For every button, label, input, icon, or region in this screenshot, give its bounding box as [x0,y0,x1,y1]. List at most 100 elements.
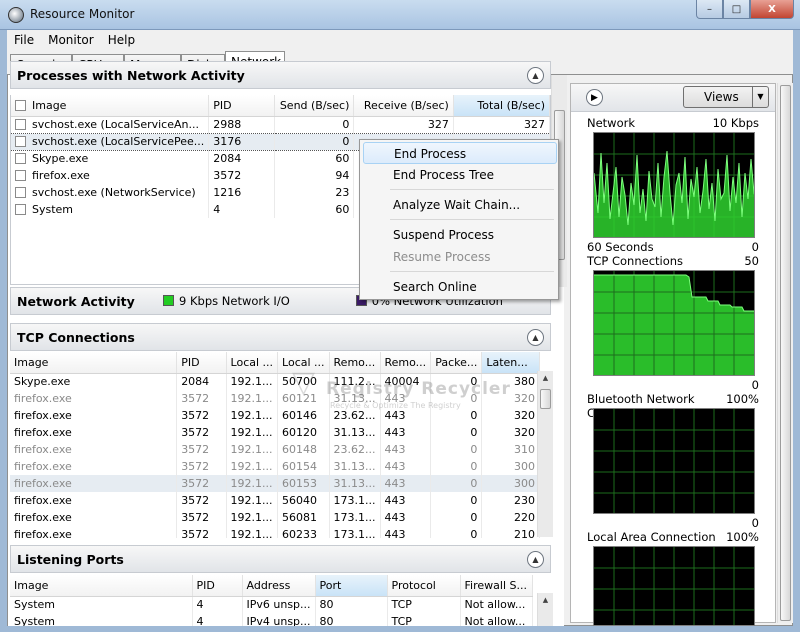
processes-section-title: Processes with Network Activity [17,67,245,83]
graph-pane-scrollbar[interactable] [777,83,793,623]
listening-col-address[interactable]: Address [242,575,316,597]
tcp-section-header[interactable]: TCP Connections ▲ [10,323,551,351]
close-button[interactable]: X [750,0,794,19]
local-area-graph-title: Local Area Connection [587,530,716,544]
network-graph: Network 10 Kbps 60 Seconds 0 [587,116,759,254]
listening-table: Image PID Address Port Protocol Firewall… [10,575,533,626]
tcp-col-packet-loss[interactable]: Packe... [430,352,483,374]
table-row[interactable]: svchost.exe (LocalServiceAn... 2988 0 327 3… [11,116,550,133]
listening-col-pid[interactable]: PID [192,575,243,597]
network-graph-scale: 10 Kbps [712,116,759,130]
listening-scrollbar[interactable]: ▲ [537,593,553,626]
client-area: Processes with Network Activity ▲ Image … [7,61,793,626]
row-checkbox[interactable] [15,204,26,215]
tcp-table: Image PID Local ... Local ... Remo... Re… [10,352,540,538]
local-area-graph-svg [594,547,754,625]
menu-separator [390,271,554,272]
tcp-scrollbar[interactable]: ▲ [537,371,553,537]
bluetooth-graph: Bluetooth Network Con... 100% 0 [587,392,759,530]
tcp-col-remote-port[interactable]: Remo... [380,352,432,374]
menu-item-suspend-process[interactable]: Suspend Process [363,224,557,246]
scrollbar-thumb[interactable] [780,85,791,621]
menu-item-search-online[interactable]: Search Online [363,276,557,298]
collapse-icon[interactable]: ▲ [527,67,544,84]
tcp-col-remote-address[interactable]: Remo... [329,352,381,374]
menu-item-end-process-tree[interactable]: End Process Tree [363,164,557,186]
network-graph-timespan: 60 Seconds [587,240,654,254]
listening-col-protocol[interactable]: Protocol [387,575,461,597]
network-graph-min: 0 [751,240,759,254]
row-checkbox[interactable] [15,170,26,181]
views-button-label: Views [704,90,739,104]
network-graph-canvas [593,132,755,238]
maximize-button[interactable]: □ [723,0,750,19]
listening-col-firewall-status[interactable]: Firewall S... [460,575,533,597]
listening-col-port[interactable]: Port [315,575,388,597]
chevron-down-icon[interactable]: ▼ [752,87,768,107]
network-io-legend: 9 Kbps Network I/O [163,294,290,308]
row-checkbox[interactable] [15,119,26,130]
table-row[interactable]: firefox.exe 3572 192.1... 60120 31.13... 443 0… [10,424,540,441]
processes-col-send[interactable]: Send (B/sec) [274,95,355,117]
expand-arrow-icon[interactable]: ▶ [586,89,603,106]
row-checkbox[interactable] [15,136,26,147]
menu-monitor[interactable]: Monitor [41,33,101,47]
menu-file[interactable]: File [7,33,41,47]
table-row[interactable]: System 4 IPv4 unsp... 80 TCP Not allow... [10,613,533,626]
table-row[interactable]: Skype.exe 2084 192.1... 50700 111.2... 40004 0… [10,373,540,390]
table-row[interactable]: firefox.exe 3572 192.1... 56040 173.1... 443 0… [10,492,540,509]
tcp-col-pid[interactable]: PID [176,352,227,374]
tcp-col-image[interactable]: Image [10,352,178,374]
menu-separator [390,189,554,190]
listening-section-title: Listening Ports [17,551,124,567]
bluetooth-graph-svg [594,409,754,513]
table-row[interactable]: firefox.exe 3572 192.1... 60153 31.13... 443 0… [10,475,540,492]
local-area-graph: Local Area Connection 100% [587,530,759,626]
network-io-swatch [163,295,174,306]
listening-section-header[interactable]: Listening Ports ▲ [10,545,551,573]
processes-section-header[interactable]: Processes with Network Activity ▲ [10,61,551,89]
row-checkbox[interactable] [15,187,26,198]
listening-col-image[interactable]: Image [10,575,193,597]
tcp-col-local-address[interactable]: Local ... [226,352,279,374]
processes-col-total[interactable]: Total (B/sec) [453,95,550,117]
table-row[interactable]: System 4 IPv6 unsp... 80 TCP Not allow... [10,596,533,613]
tcp-col-latency[interactable]: Laten... [481,352,540,374]
tcp-connections-graph: TCP Connections 50 0 [587,254,759,392]
minimize-button[interactable]: – [696,0,723,19]
menu-bar: File Monitor Help [7,30,793,50]
table-row[interactable]: firefox.exe 3572 192.1... 60121 31.13... 443 0… [10,390,540,407]
tcp-graph-title: TCP Connections [587,254,684,268]
network-graph-title: Network [587,116,636,130]
network-graph-svg [594,133,754,237]
menu-item-resume-process: Resume Process [393,250,491,264]
processes-col-receive[interactable]: Receive (B/sec) [353,95,454,117]
tcp-col-local-port[interactable]: Local ... [277,352,330,374]
processes-col-image[interactable]: Image [11,95,210,117]
processes-col-pid[interactable]: PID [208,95,275,117]
menu-item-analyze-wait-chain[interactable]: Analyze Wait Chain... [363,194,557,216]
tcp-graph-min: 0 [751,378,759,392]
views-button[interactable]: Views ▼ [683,86,769,108]
select-all-checkbox[interactable] [15,99,26,111]
row-checkbox[interactable] [15,153,26,165]
table-row[interactable]: firefox.exe 3572 192.1... 60146 23.62... 443 0… [10,407,540,424]
tcp-section-title: TCP Connections [17,329,135,345]
scroll-up-icon[interactable]: ▲ [538,593,553,608]
table-row[interactable]: firefox.exe 3572 192.1... 60148 23.62... 443 0… [10,441,540,458]
menu-help[interactable]: Help [101,33,142,47]
scrollbar-thumb[interactable] [540,389,551,409]
table-row[interactable]: firefox.exe 3572 192.1... 56081 173.1... 443 0… [10,509,540,526]
collapse-icon[interactable]: ▲ [527,551,544,568]
graph-toolbar: ▶ Views ▼ [571,84,775,112]
scroll-up-icon[interactable]: ▲ [538,371,553,386]
table-row[interactable]: firefox.exe 3572 192.1... 60233 173.1... 443 0… [10,526,540,538]
local-area-graph-scale: 100% [726,530,759,544]
menu-separator [390,219,554,220]
collapse-icon[interactable]: ▲ [527,329,544,346]
tcp-graph-canvas [593,270,755,376]
table-row[interactable]: firefox.exe 3572 192.1... 60154 31.13... 443 0… [10,458,540,475]
listening-table-container: Image PID Address Port Protocol Firewall… [10,575,540,626]
tcp-table-container: Image PID Local ... Local ... Remo... Re… [10,352,540,538]
menu-item-end-process[interactable]: End Process [363,142,557,164]
